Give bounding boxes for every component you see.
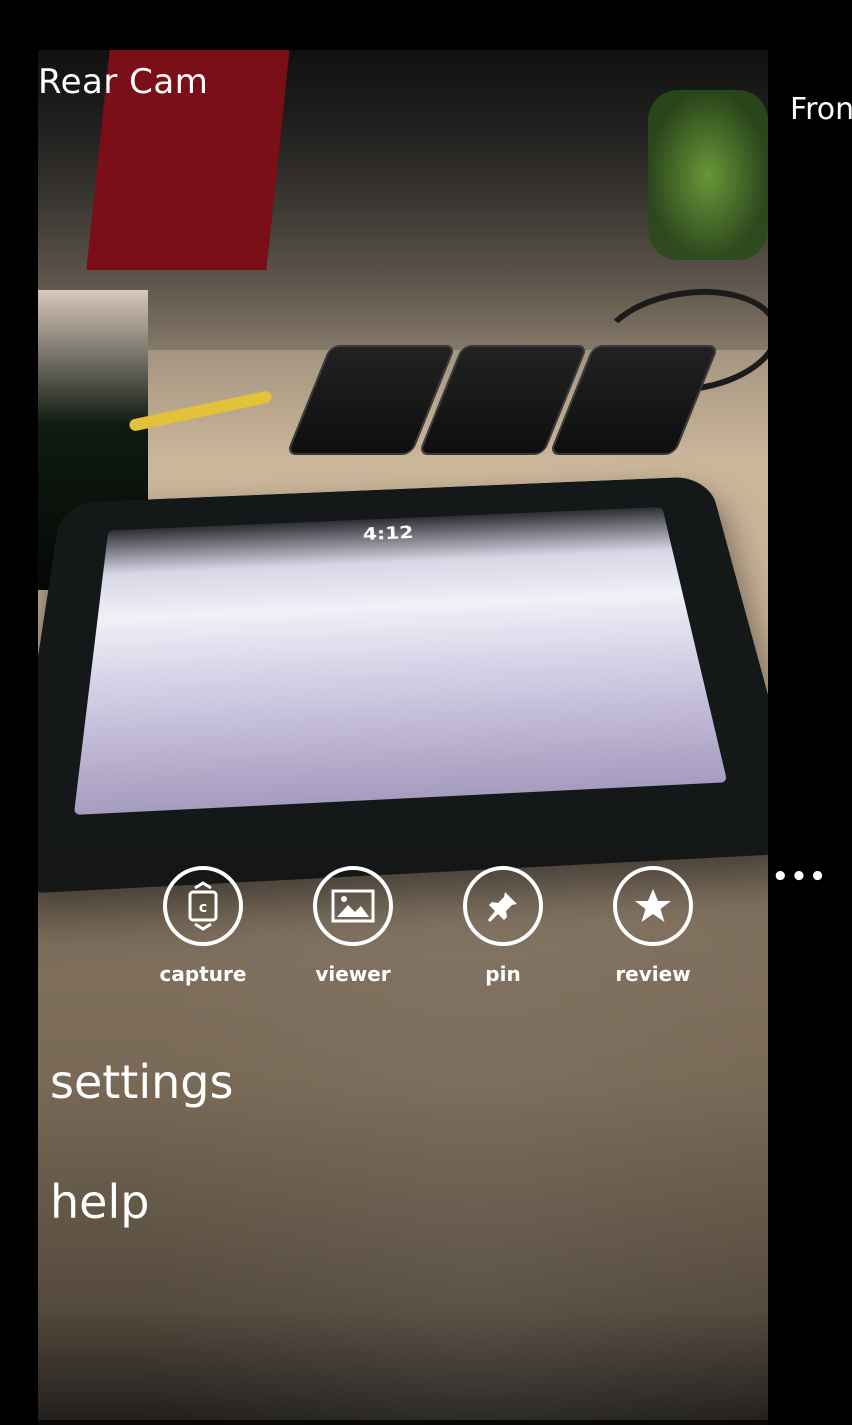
app-bar-more-button[interactable]: •••: [772, 862, 828, 892]
pin-button[interactable]: pin: [428, 866, 578, 986]
camera-switch-icon: c: [163, 866, 243, 946]
preview-tablet-screen: 4:12: [73, 507, 728, 815]
menu-item-help[interactable]: help: [50, 1175, 149, 1229]
preview-tablet: 4:12: [38, 476, 768, 895]
pivot-header-front[interactable]: Front: [790, 92, 852, 127]
capture-button[interactable]: c capture: [128, 866, 278, 986]
app-bar-buttons: c capture viewer pin review: [128, 866, 748, 986]
preview-pencil: [128, 390, 273, 432]
tablet-clock: 4:12: [362, 523, 415, 545]
preview-figure: [648, 90, 768, 260]
review-label: review: [615, 962, 691, 986]
preview-phones: [285, 345, 720, 455]
review-button[interactable]: review: [578, 866, 728, 986]
star-icon: [613, 866, 693, 946]
viewer-button[interactable]: viewer: [278, 866, 428, 986]
viewer-label: viewer: [315, 962, 391, 986]
svg-text:c: c: [199, 900, 207, 916]
picture-icon: [313, 866, 393, 946]
capture-label: capture: [159, 962, 247, 986]
app-screen: 4:12 Rear Cam Front ••• c capture: [0, 0, 852, 1425]
pivot-header-rear-cam[interactable]: Rear Cam: [38, 62, 208, 102]
pin-label: pin: [485, 962, 521, 986]
pin-icon: [463, 866, 543, 946]
menu-item-settings[interactable]: settings: [50, 1055, 233, 1109]
